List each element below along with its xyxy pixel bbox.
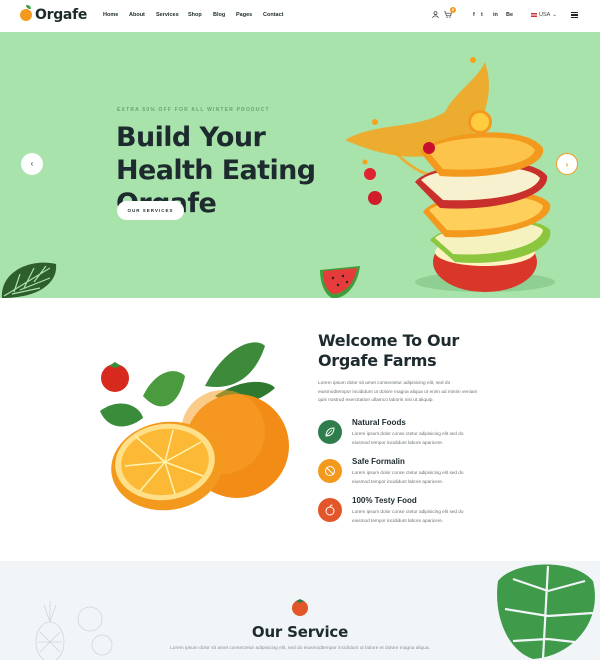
orange-logo-icon <box>20 5 32 21</box>
no-chemical-icon <box>318 459 342 483</box>
brand-name: Orgafe <box>35 7 88 23</box>
nav-blog[interactable]: Blog <box>213 12 236 18</box>
feature-title: Natural Foods <box>352 418 406 427</box>
site-header: Orgafe Home About Services Shop Blog Pag… <box>0 0 600 32</box>
feature-title: Safe Formalin <box>352 457 405 466</box>
linkedin-icon[interactable]: in <box>493 12 498 18</box>
service-section: Our Service Lorem ipsum dolor sit amet c… <box>0 561 600 660</box>
feature-desc: Lorem ipsum dolor conse ctetur adipisici… <box>352 509 464 523</box>
tomato-icon <box>292 599 308 616</box>
hero-slider: EXTRA 50% OFF FOR ALL WINTER PRODUCT Bui… <box>0 32 600 298</box>
cart-count-badge: 0 <box>450 7 456 13</box>
nav-about[interactable]: About <box>129 12 156 18</box>
brand-logo[interactable]: Orgafe <box>20 5 88 23</box>
menu-icon[interactable] <box>571 12 578 18</box>
our-services-button[interactable]: OUR SERVICES <box>117 201 184 220</box>
language-selector[interactable]: USA ⌄ <box>531 12 557 18</box>
fruit-stack-illustration <box>345 57 555 292</box>
welcome-title: Welcome To Our Orgafe Farms <box>318 331 460 370</box>
feature-testy-food: 100% Testy Food Lorem ipsum dolor conse … <box>318 496 518 526</box>
prev-slide-arrow[interactable]: ‹ <box>21 153 43 175</box>
behance-icon[interactable]: Be <box>506 12 513 18</box>
facebook-icon[interactable]: f <box>473 12 475 18</box>
fruit-icon <box>318 498 342 522</box>
nav-shop[interactable]: Shop <box>188 12 213 18</box>
twitter-icon[interactable]: t <box>481 12 483 18</box>
nav-pages[interactable]: Pages <box>236 12 263 18</box>
hero-eyebrow: EXTRA 50% OFF FOR ALL WINTER PRODUCT <box>117 107 270 113</box>
nav-services[interactable]: Services <box>156 12 188 18</box>
usa-flag-icon <box>531 13 537 17</box>
welcome-text: Lorem ipsum dolor sit amet consectetur a… <box>318 381 478 403</box>
feature-safe-formalin: Safe Formalin Lorem ipsum dolor conse ct… <box>318 457 518 487</box>
feature-desc: Lorem ipsum dolor conse ctetur adipisici… <box>352 470 464 484</box>
service-title: Our Service <box>251 623 349 641</box>
nav-home[interactable]: Home <box>103 12 129 18</box>
watermelon-slice-icon <box>320 266 360 298</box>
language-label: USA <box>539 12 551 18</box>
service-text: Lorem ipsum dolor sit amet consectetur a… <box>170 646 430 651</box>
main-nav: Home About Services Shop Blog Pages Cont… <box>103 12 283 18</box>
monstera-leaf-icon <box>1 262 57 298</box>
leaf-icon <box>318 420 342 444</box>
feature-desc: Lorem ipsum dolor conse ctetur adipisici… <box>352 431 464 445</box>
feature-natural-foods: Natural Foods Lorem ipsum dolor conse ct… <box>318 418 518 448</box>
chevron-down-icon: ⌄ <box>552 12 557 18</box>
feature-title: 100% Testy Food <box>352 496 417 505</box>
nav-contact[interactable]: Contact <box>263 12 283 18</box>
orange-fruit-illustration <box>100 342 289 511</box>
user-icon[interactable] <box>432 11 439 21</box>
